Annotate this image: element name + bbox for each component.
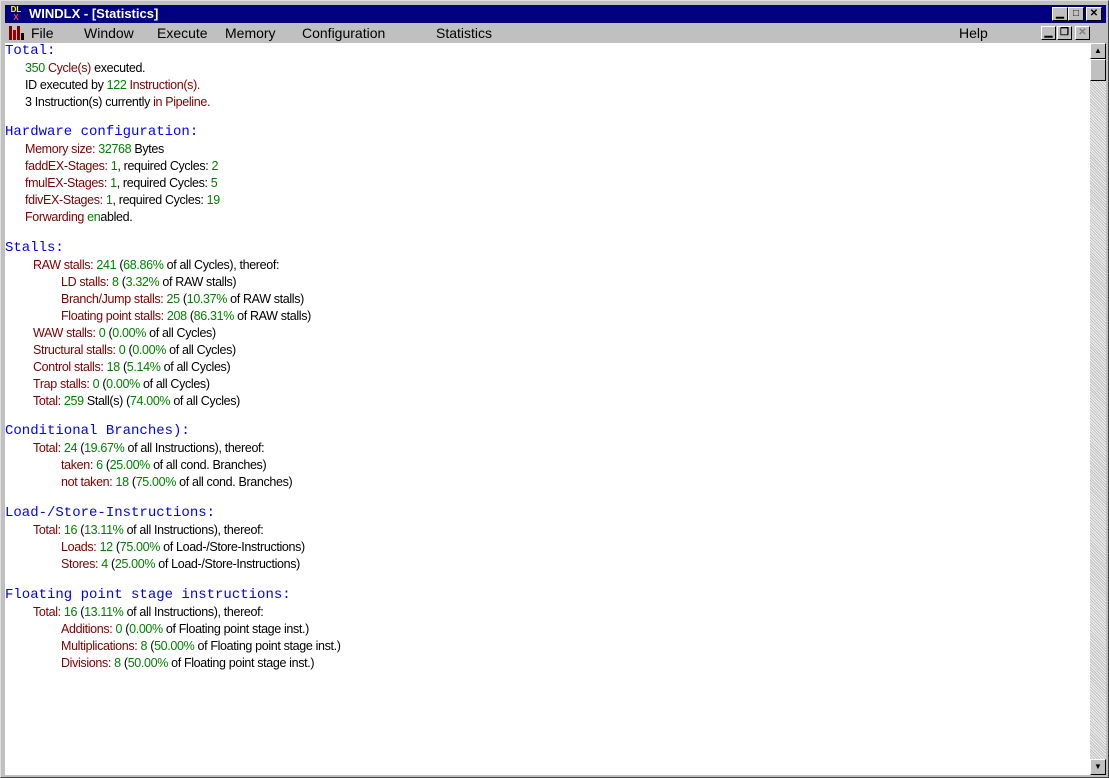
vertical-scrollbar[interactable]: ▲ ▼ bbox=[1090, 43, 1106, 775]
windlx-app-icon[interactable]: DL X bbox=[8, 6, 24, 22]
stat-total-stalls: Total: 259 Stall(s) (74.00% of all Cycle… bbox=[33, 394, 240, 408]
scroll-up-button[interactable]: ▲ bbox=[1090, 43, 1106, 59]
stat-loads: Loads: 12 (75.00% of Load-/Store-Instruc… bbox=[61, 540, 305, 554]
minimize-icon: ▁ bbox=[1056, 8, 1064, 19]
menu-file[interactable]: File bbox=[31, 23, 54, 43]
close-icon: ✕ bbox=[1089, 8, 1099, 19]
stat-branches-not-taken: not taken: 18 (75.00% of all cond. Branc… bbox=[61, 475, 293, 489]
maximize-icon: □ bbox=[1072, 8, 1080, 19]
menu-help[interactable]: Help bbox=[959, 23, 988, 43]
minimize-icon: ▁ bbox=[1044, 27, 1053, 38]
app-window: DL X WINDLX - [Statistics] ▁ □ ✕ File Win… bbox=[0, 0, 1109, 778]
menu-memory[interactable]: Memory bbox=[225, 23, 276, 43]
stat-fp-additions: Additions: 0 (0.00% of Floating point st… bbox=[61, 622, 309, 636]
menu-window[interactable]: Window bbox=[84, 23, 134, 43]
stat-control-stalls: Control stalls: 18 (5.14% of all Cycles) bbox=[33, 360, 231, 374]
stat-waw-stalls: WAW stalls: 0 (0.00% of all Cycles) bbox=[33, 326, 216, 340]
menu-execute[interactable]: Execute bbox=[157, 23, 208, 43]
stat-fmul: fmulEX-Stages: 1, required Cycles: 5 bbox=[25, 176, 218, 190]
scroll-thumb[interactable] bbox=[1090, 59, 1106, 81]
restore-icon: ❐ bbox=[1060, 27, 1069, 38]
scroll-down-button[interactable]: ▼ bbox=[1090, 759, 1106, 775]
stat-cycles: 350 Cycle(s) executed. bbox=[25, 61, 146, 75]
stat-trap-stalls: Trap stalls: 0 (0.00% of all Cycles) bbox=[33, 377, 210, 391]
stat-branch-jump-stalls: Branch/Jump stalls: 25 (10.37% of RAW st… bbox=[61, 292, 304, 306]
mdi-restore-button[interactable]: ❐ bbox=[1057, 26, 1072, 40]
stat-fdiv: fdivEX-Stages: 1, required Cycles: 19 bbox=[25, 193, 220, 207]
mdi-minimize-button[interactable]: ▁ bbox=[1041, 26, 1056, 40]
arrow-up-icon: ▲ bbox=[1094, 46, 1102, 55]
title-bar[interactable]: DL X WINDLX - [Statistics] ▁ □ ✕ bbox=[5, 5, 1106, 23]
statistics-view: Total: 350 Cycle(s) executed. ID execute… bbox=[5, 43, 1090, 775]
stat-structural-stalls: Structural stalls: 0 (0.00% of all Cycle… bbox=[33, 343, 236, 357]
mdi-close-button[interactable]: ✕ bbox=[1075, 26, 1090, 40]
section-heading-floating-point: Floating point stage instructions: bbox=[5, 587, 291, 603]
stat-fp-total: Total: 16 (13.11% of all Instructions), … bbox=[33, 605, 264, 619]
stat-raw-stalls: RAW stalls: 241 (68.86% of all Cycles), … bbox=[33, 258, 280, 272]
stat-memory-size: Memory size: 32768 Bytes bbox=[25, 142, 164, 156]
section-heading-stalls: Stalls: bbox=[5, 240, 64, 256]
stat-loadstore-total: Total: 16 (13.11% of all Instructions), … bbox=[33, 523, 264, 537]
section-heading-hardware: Hardware configuration: bbox=[5, 124, 199, 140]
stat-fp-multiplications: Multiplications: 8 (50.00% of Floating p… bbox=[61, 639, 341, 653]
section-heading-branches: Conditional Branches): bbox=[5, 423, 190, 439]
section-heading-total: Total: bbox=[5, 43, 56, 59]
stat-stores: Stores: 4 (25.00% of Load-/Store-Instruc… bbox=[61, 557, 300, 571]
menu-statistics[interactable]: Statistics bbox=[436, 23, 492, 43]
menu-bar: File Window Execute Memory Configuration… bbox=[5, 23, 1106, 43]
mdi-document-icon[interactable] bbox=[9, 26, 24, 40]
section-heading-load-store: Load-/Store-Instructions: bbox=[5, 505, 216, 521]
stat-forwarding: Forwarding enabled. bbox=[25, 210, 133, 224]
stat-branches-taken: taken: 6 (25.00% of all cond. Branches) bbox=[61, 458, 267, 472]
minimize-button[interactable]: ▁ bbox=[1052, 7, 1068, 21]
close-button[interactable]: ✕ bbox=[1086, 7, 1102, 21]
menu-configuration[interactable]: Configuration bbox=[302, 23, 385, 43]
arrow-down-icon: ▼ bbox=[1094, 762, 1102, 771]
stat-ld-stalls: LD stalls: 8 (3.32% of RAW stalls) bbox=[61, 275, 237, 289]
stat-id-executed: ID executed by 122 Instruction(s). bbox=[25, 78, 201, 92]
stat-pipeline: 3 Instruction(s) currently in Pipeline. bbox=[25, 95, 211, 109]
stat-fp-divisions: Divisions: 8 (50.00% of Floating point s… bbox=[61, 656, 315, 670]
close-icon: ✕ bbox=[1078, 27, 1087, 38]
stat-fp-stalls: Floating point stalls: 208 (86.31% of RA… bbox=[61, 309, 311, 323]
stat-branches-total: Total: 24 (19.67% of all Instructions), … bbox=[33, 441, 265, 455]
stat-fadd: faddEX-Stages: 1, required Cycles: 2 bbox=[25, 159, 219, 173]
window-title: WINDLX - [Statistics] bbox=[29, 6, 159, 21]
maximize-button[interactable]: □ bbox=[1068, 7, 1084, 21]
